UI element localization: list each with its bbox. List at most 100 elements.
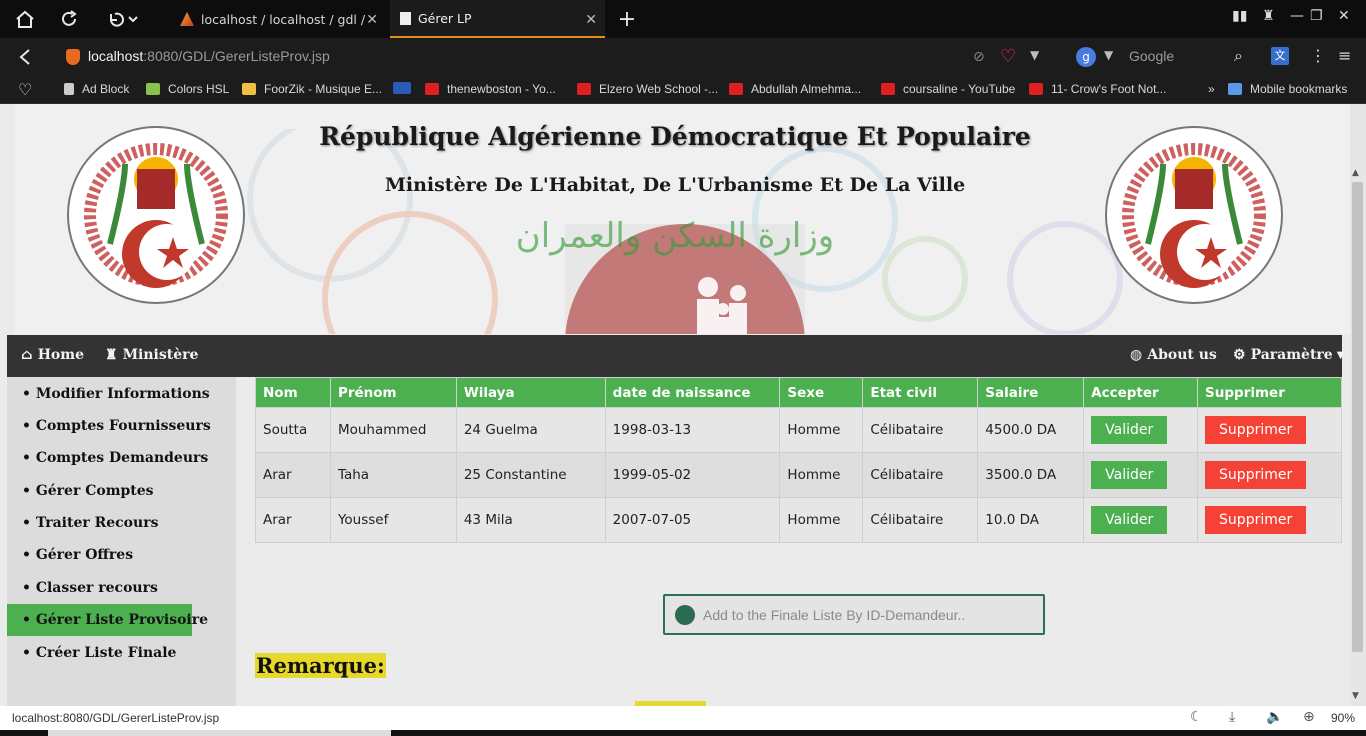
sidebar-item-comptes-fournisseurs[interactable]: • Comptes Fournisseurs: [7, 410, 211, 442]
input-placeholder: Add to the Finale Liste By ID-Demandeur.…: [703, 606, 966, 623]
column-header-wilaya: Wilaya: [455, 377, 606, 408]
hamburger-menu-icon[interactable]: ≡: [1338, 46, 1351, 65]
cell-etat-civil: Célibataire: [862, 452, 979, 498]
undo-close-tab-icon[interactable]: [102, 6, 142, 32]
nav-about[interactable]: ◍ About us: [1130, 347, 1217, 363]
tracking-icon[interactable]: ⊘: [973, 49, 985, 65]
bookmark-item[interactable]: Elzero Web School -...: [577, 82, 718, 96]
youtube-icon: [729, 83, 743, 95]
night-mode-icon[interactable]: ☾: [1190, 709, 1203, 725]
back-icon[interactable]: [12, 44, 38, 70]
zoom-icon[interactable]: ⊕: [1303, 709, 1315, 725]
scrollbar-thumb[interactable]: [1352, 182, 1363, 652]
zoom-level[interactable]: 90%: [1331, 711, 1355, 725]
sidebar-item-modifier-informations[interactable]: • Modifier Informations: [7, 378, 210, 410]
volume-icon[interactable]: 🔈: [1266, 709, 1283, 725]
nav-parametre[interactable]: ⚙ Paramètre ▼: [1233, 347, 1344, 363]
scroll-up-icon[interactable]: ▲: [1352, 168, 1359, 178]
extensions-icon[interactable]: ♜: [1262, 8, 1275, 24]
close-tab-icon[interactable]: ✕: [585, 12, 597, 28]
close-tab-icon[interactable]: ✕: [366, 12, 378, 28]
download-icon[interactable]: ⤓: [1229, 709, 1235, 725]
valider-button[interactable]: Valider: [1091, 416, 1168, 444]
cell-naissance: 1998-03-13: [604, 407, 781, 453]
add-finale-liste-input[interactable]: Add to the Finale Liste By ID-Demandeur.…: [663, 594, 1045, 635]
cell-wilaya: 43 Mila: [455, 497, 606, 543]
search-engine-chevron-icon[interactable]: ▼: [1104, 48, 1113, 62]
sidebar-item-traiter-recours[interactable]: • Traiter Recours: [7, 507, 158, 539]
cell-sexe: Homme: [779, 497, 864, 543]
main-navbar: ⌂ Home ♜ Ministère ◍ About us ⚙ Paramètre ▼: [7, 335, 1344, 377]
supprimer-button[interactable]: Supprimer: [1205, 506, 1307, 534]
sidebar-item-comptes-demandeurs[interactable]: • Comptes Demandeurs: [7, 442, 208, 474]
taskbar-strip: [0, 730, 1366, 736]
url-field[interactable]: localhost:8080/GDL/GererListeProv.jsp: [88, 48, 330, 64]
globe-icon: [675, 604, 695, 625]
new-tab-icon[interactable]: +: [614, 6, 640, 32]
valider-button[interactable]: Valider: [1091, 461, 1168, 489]
supprimer-button[interactable]: Supprimer: [1205, 416, 1307, 444]
column-header-naissance: date de naissance: [604, 377, 781, 408]
bookmark-item[interactable]: Abdullah Almehma...: [729, 82, 861, 96]
phpmyadmin-icon: [180, 12, 194, 26]
mobile-bookmarks[interactable]: Mobile bookmarks: [1228, 82, 1347, 96]
tab-gerer-lp[interactable]: Gérer LP ✕: [390, 0, 605, 38]
url-host: localhost: [88, 48, 144, 64]
restore-icon[interactable]: ❐: [1310, 8, 1323, 24]
column-header-sexe: Sexe: [779, 377, 864, 408]
close-window-icon[interactable]: ✕: [1338, 8, 1350, 24]
nav-home[interactable]: ⌂ Home: [21, 347, 84, 363]
tab-phpmyadmin[interactable]: localhost / localhost / gdl / re ✕: [170, 0, 386, 38]
snapshot-icon[interactable]: ▮▮: [1232, 8, 1247, 24]
bookmark-item[interactable]: coursaline - YouTube: [881, 82, 1015, 96]
svg-text:وزارة السكن والعمران: وزارة السكن والعمران: [516, 216, 834, 256]
cell-prenom: Mouhammed: [329, 407, 457, 453]
reload-icon[interactable]: [56, 6, 82, 32]
cell-salaire: 3500.0 DA: [977, 452, 1085, 498]
minimize-icon[interactable]: —: [1290, 8, 1304, 24]
globe-icon: ◍: [1130, 347, 1143, 363]
cell-wilaya: 24 Guelma: [455, 407, 606, 453]
column-header-prenom: Prénom: [329, 377, 457, 408]
chevron-down-icon[interactable]: ▼: [1030, 48, 1039, 62]
search-icon[interactable]: ⌕: [1234, 46, 1243, 66]
bookmark-item[interactable]: Ad Block: [64, 82, 129, 96]
valider-button[interactable]: Valider: [1091, 506, 1168, 534]
bookmark-item[interactable]: [393, 82, 419, 94]
home-icon[interactable]: [12, 6, 38, 32]
sidebar-item-classer-recours[interactable]: • Classer recours: [7, 572, 158, 604]
algeria-seal-icon: [1105, 126, 1283, 304]
supprimer-button[interactable]: Supprimer: [1205, 461, 1307, 489]
scroll-down-icon[interactable]: ▼: [1352, 691, 1359, 701]
nav-ministere[interactable]: ♜ Ministère: [105, 347, 198, 363]
browser-tab-bar: localhost / localhost / gdl / re ✕ Gérer…: [0, 0, 1366, 38]
page-icon: [400, 11, 411, 25]
translate-icon[interactable]: 文: [1271, 47, 1289, 65]
search-field[interactable]: Google: [1129, 48, 1174, 64]
column-header-supprimer: Supprimer: [1197, 377, 1342, 408]
search-engine-icon[interactable]: g: [1076, 47, 1096, 67]
heart-icon[interactable]: ♡: [1000, 46, 1016, 67]
column-header-etat-civil: Etat civil: [862, 377, 979, 408]
cell-wilaya: 25 Constantine: [455, 452, 606, 498]
bookmark-item[interactable]: thenewboston - Yo...: [425, 82, 556, 96]
sidebar-item-gerer-comptes[interactable]: • Gérer Comptes: [7, 475, 154, 507]
bookmark-item[interactable]: Colors HSL: [146, 82, 229, 96]
cell-etat-civil: Célibataire: [862, 407, 979, 453]
sidebar-item-gerer-offres[interactable]: • Gérer Offres: [7, 539, 133, 571]
bookmark-item[interactable]: 11- Crow's Foot Not...: [1029, 82, 1166, 96]
table-row: Soutta Mouhammed 24 Guelma 1998-03-13 Ho…: [255, 407, 1342, 453]
sidebar-item-creer-liste-finale[interactable]: • Créer Liste Finale: [7, 637, 176, 669]
tab-label: localhost / localhost / gdl / re: [201, 11, 366, 27]
table-row: Arar Taha 25 Constantine 1999-05-02 Homm…: [255, 452, 1342, 498]
liste-provisoire-table: Nom Prénom Wilaya date de naissance Sexe…: [255, 377, 1342, 543]
bookmark-item[interactable]: FoorZik - Musique E...: [242, 82, 382, 96]
menu-dots-icon[interactable]: ⋮: [1310, 46, 1326, 65]
more-bookmarks-icon[interactable]: »: [1208, 82, 1215, 96]
heart-bookmark-icon[interactable]: ♡: [18, 80, 32, 99]
column-header-salaire: Salaire: [977, 377, 1085, 408]
cell-salaire: 10.0 DA: [977, 497, 1085, 543]
cell-nom: Arar: [255, 497, 331, 543]
sidebar-item-gerer-liste-provisoire[interactable]: • Gérer Liste Provisoire: [7, 604, 208, 636]
security-shield-icon[interactable]: [66, 49, 80, 65]
